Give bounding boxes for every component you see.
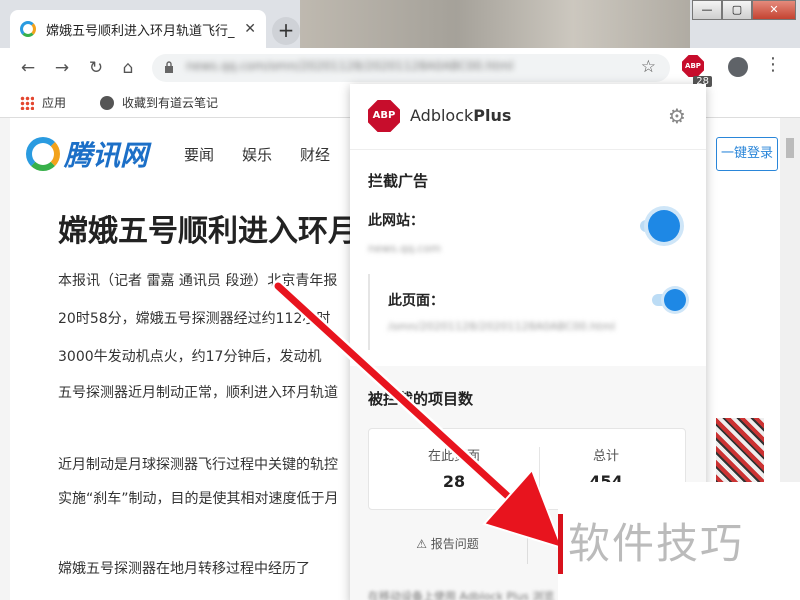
block-ads-title: 拦截广告 <box>368 172 429 190</box>
globe-icon <box>100 95 115 110</box>
stat-this-page: 在此页面 28 <box>379 445 529 491</box>
article-paragraph: 近月制动是月球探测器飞行过程中关键的轨控 <box>58 457 338 473</box>
adblock-extension-button[interactable]: ABP 28 <box>682 55 712 87</box>
article-paragraph: 3000牛发动机点火，约17分钟后，发动机 <box>58 349 322 365</box>
article-paragraph: 实施“刹车”制动，目的是使其相对速度低于月 <box>58 491 339 507</box>
popup-footer-text: 在移动设备上使用 Adblock Plus 浏览 <box>368 590 555 600</box>
bookmark-apps[interactable]: 应用 <box>20 94 66 111</box>
stat-value: 28 <box>442 472 466 491</box>
apps-grid-icon <box>20 95 34 110</box>
toggle-knob <box>664 289 686 311</box>
site-nav: 要闻 娱乐 财经 <box>184 144 330 165</box>
abp-logo-icon: ABP <box>368 100 400 132</box>
app-name-plain: Adblock <box>410 106 474 125</box>
report-issue-button[interactable]: ⚠ 报告问题 <box>368 524 528 564</box>
login-button[interactable]: 一键登录 <box>716 137 778 171</box>
site-label: 此网站： <box>368 213 424 229</box>
page-label: 此页面： <box>388 293 444 309</box>
site-brand: 腾讯网 <box>64 139 149 172</box>
nav-item[interactable]: 要闻 <box>184 144 214 165</box>
new-tab-button[interactable]: + <box>272 17 300 45</box>
url-text: news.qq.com/omn/20201128/20201128A0ABC00… <box>186 59 514 73</box>
bookmark-label: 应用 <box>42 96 67 110</box>
article-paragraph: 本报讯（记者 雷嘉 通讯员 段逊）北京青年报 <box>58 273 338 289</box>
browser-toolbar: ← → ↻ ⌂ news.qq.com/omn/20201128/2020112… <box>0 48 800 88</box>
article-headline: 嫦娥五号顺利进入环月轨道飞行 <box>58 214 358 249</box>
bookmark-youdao[interactable]: 收藏到有道云笔记 <box>86 94 218 111</box>
tab-favicon-icon <box>20 21 36 37</box>
lock-icon <box>165 61 173 73</box>
tab-close-icon[interactable]: ✕ <box>244 21 256 37</box>
article-paragraph: 嫦娥五号探测器在地月转移过程中经历了 <box>58 561 310 577</box>
close-window-button[interactable]: ✕ <box>752 0 796 20</box>
nested-divider <box>368 274 370 350</box>
toggle-knob <box>648 210 680 242</box>
browser-tab[interactable]: 嫦娥五号顺利进入环月轨道飞行_ ✕ <box>10 10 266 48</box>
popup-app-name: AdblockPlus <box>410 106 511 125</box>
popup-header: ABP AdblockPlus ⚙ <box>350 84 706 150</box>
tab-title: 嫦娥五号顺利进入环月轨道飞行_ <box>46 23 235 39</box>
qq-logo-icon <box>26 137 60 171</box>
bookmark-label: 收藏到有道云笔记 <box>122 96 219 110</box>
minimize-button[interactable]: — <box>692 0 722 20</box>
site-toggle[interactable] <box>640 210 680 242</box>
site-logo[interactable]: 腾讯网 <box>26 134 148 174</box>
nav-item[interactable]: 娱乐 <box>242 144 272 165</box>
gear-icon[interactable]: ⚙ <box>668 104 686 128</box>
stat-label: 在此页面 <box>427 449 480 464</box>
address-bar[interactable]: news.qq.com/omn/20201128/20201128A0ABC00… <box>152 54 670 82</box>
desktop-background <box>300 0 690 48</box>
home-icon[interactable]: ⌂ <box>116 56 140 80</box>
abp-extension-icon: ABP <box>682 55 704 77</box>
profile-avatar-icon[interactable] <box>728 57 748 77</box>
blocked-count-title: 被拦截的项目数 <box>368 390 474 408</box>
reload-icon[interactable]: ↻ <box>84 56 108 80</box>
article-paragraph: 五号探测器近月制动正常，顺利进入环月轨道 <box>58 385 338 401</box>
browser-menu-icon[interactable]: ⋮ <box>764 54 782 75</box>
watermark-bar <box>558 514 563 574</box>
back-icon[interactable]: ← <box>16 56 40 80</box>
page-toggle[interactable] <box>652 289 686 311</box>
nav-item[interactable]: 财经 <box>300 144 330 165</box>
watermark-text: 软件技巧 <box>568 519 745 568</box>
page-path: /omn/20201128/20201128A0ABC00.html <box>388 320 616 333</box>
site-domain: news.qq.com <box>368 242 441 255</box>
window-controls: — ▢ ✕ <box>692 0 796 20</box>
forward-icon[interactable]: → <box>50 56 74 80</box>
stat-label: 总计 <box>592 449 619 464</box>
scrollbar-thumb[interactable] <box>786 138 794 158</box>
app-name-bold: Plus <box>473 106 512 125</box>
maximize-button[interactable]: ▢ <box>722 0 752 20</box>
article-paragraph: 20时58分，嫦娥五号探测器经过约112小时 <box>58 311 331 327</box>
watermark: 软件技巧 <box>558 482 800 600</box>
bookmark-star-icon[interactable]: ☆ <box>641 57 656 77</box>
